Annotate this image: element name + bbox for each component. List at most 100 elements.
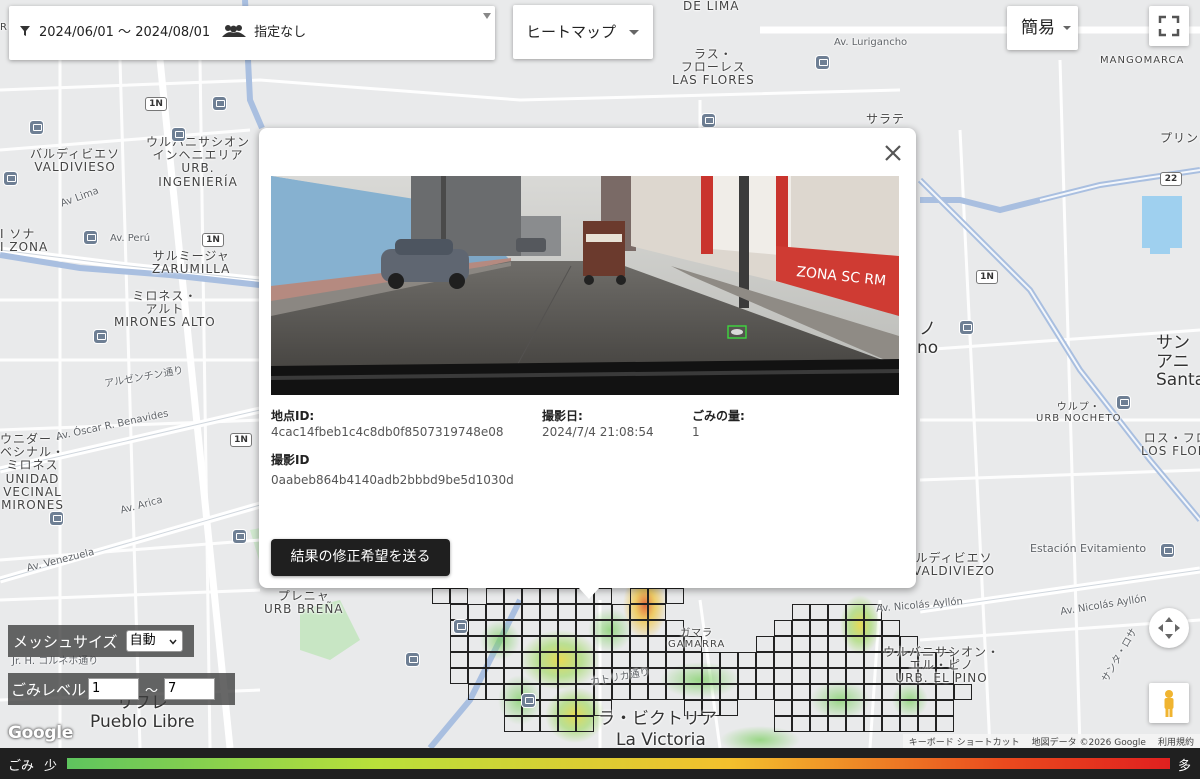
mesh-cell[interactable] [810,652,828,668]
mesh-cell[interactable] [486,620,504,636]
mesh-cell[interactable] [522,716,540,732]
mesh-cell[interactable] [864,684,882,700]
mesh-cell[interactable] [774,684,792,700]
mesh-cell[interactable] [810,620,828,636]
mesh-cell[interactable] [846,604,864,620]
mesh-cell[interactable] [486,588,504,604]
mesh-cell[interactable] [774,716,792,732]
mesh-cell[interactable] [450,668,468,684]
mesh-cell[interactable] [684,668,702,684]
mesh-cell[interactable] [720,652,738,668]
mesh-cell[interactable] [774,636,792,652]
mesh-cell[interactable] [810,716,828,732]
mesh-cell[interactable] [864,620,882,636]
mesh-cell[interactable] [792,604,810,620]
mesh-cell[interactable] [738,652,756,668]
mesh-cell[interactable] [720,684,738,700]
bus-stop-icon[interactable] [4,172,17,185]
mesh-cell[interactable] [720,668,738,684]
mesh-cell[interactable] [468,668,486,684]
mesh-cell[interactable] [900,700,918,716]
mesh-cell[interactable] [792,716,810,732]
mesh-cell[interactable] [558,716,576,732]
map-camera-control[interactable] [1149,608,1189,648]
mesh-cell[interactable] [612,684,630,700]
mesh-size-select[interactable]: 自動 [125,630,183,652]
mesh-cell[interactable] [828,716,846,732]
mesh-cell[interactable] [792,636,810,652]
mesh-cell[interactable] [882,700,900,716]
mesh-cell[interactable] [648,620,666,636]
mesh-cell[interactable] [630,604,648,620]
mesh-cell[interactable] [882,684,900,700]
bus-stop-icon[interactable] [406,653,419,666]
mesh-cell[interactable] [558,652,576,668]
mesh-cell[interactable] [540,652,558,668]
mesh-cell[interactable] [576,716,594,732]
mesh-cell[interactable] [684,652,702,668]
mesh-cell[interactable] [810,636,828,652]
mesh-cell[interactable] [504,620,522,636]
date-range-text[interactable]: 2024/06/01 〜 2024/08/01 [39,21,210,40]
mesh-cell[interactable] [702,652,720,668]
mesh-cell[interactable] [540,604,558,620]
mesh-cell[interactable] [864,716,882,732]
mesh-cell[interactable] [558,588,576,604]
level-max-input[interactable]: 7 [164,678,216,700]
mesh-cell[interactable] [756,636,774,652]
mesh-cell[interactable] [648,604,666,620]
bus-stop-icon[interactable] [1117,396,1130,409]
mesh-cell[interactable] [936,700,954,716]
mesh-cell[interactable] [486,684,504,700]
mesh-cell[interactable] [540,636,558,652]
mesh-cell[interactable] [504,684,522,700]
mesh-cell[interactable] [594,604,612,620]
mesh-cell[interactable] [630,636,648,652]
mesh-cell[interactable] [936,716,954,732]
mesh-cell[interactable] [522,636,540,652]
mesh-cell[interactable] [450,604,468,620]
send-correction-button[interactable]: 結果の修正希望を送る [271,539,450,576]
mesh-cell[interactable] [558,668,576,684]
mesh-cell[interactable] [774,652,792,668]
mesh-cell[interactable] [882,716,900,732]
mesh-cell[interactable] [774,668,792,684]
view-mode-select[interactable]: ヒートマップ [513,5,653,59]
mesh-cell[interactable] [864,636,882,652]
mesh-cell[interactable] [594,620,612,636]
mesh-cell[interactable] [468,684,486,700]
mesh-cell[interactable] [504,700,522,716]
mesh-cell[interactable] [792,684,810,700]
display-mode-select[interactable]: 簡易 [1007,6,1078,50]
mesh-cell[interactable] [846,636,864,652]
mesh-cell[interactable] [702,684,720,700]
mesh-cell[interactable] [828,700,846,716]
mesh-cell[interactable] [792,652,810,668]
bus-stop-icon[interactable] [233,530,246,543]
mesh-cell[interactable] [558,604,576,620]
mesh-cell[interactable] [954,684,972,700]
bus-stop-icon[interactable] [94,330,107,343]
bus-stop-icon[interactable] [702,114,715,127]
mesh-cell[interactable] [630,684,648,700]
mesh-cell[interactable] [558,620,576,636]
mesh-cell[interactable] [450,588,468,604]
mesh-cell[interactable] [648,684,666,700]
mesh-cell[interactable] [864,652,882,668]
mesh-cell[interactable] [792,700,810,716]
mesh-cell[interactable] [612,636,630,652]
mesh-cell[interactable] [828,668,846,684]
mesh-cell[interactable] [666,588,684,604]
mesh-cell[interactable] [864,700,882,716]
mesh-cell[interactable] [846,716,864,732]
mesh-cell[interactable] [540,588,558,604]
mesh-cell[interactable] [468,652,486,668]
mesh-cell[interactable] [828,684,846,700]
mesh-cell[interactable] [684,684,702,700]
mesh-cell[interactable] [540,716,558,732]
mesh-cell[interactable] [558,636,576,652]
mesh-cell[interactable] [900,684,918,700]
terms-link[interactable]: 利用規約 [1158,735,1194,748]
mesh-cell[interactable] [792,668,810,684]
mesh-cell[interactable] [756,684,774,700]
